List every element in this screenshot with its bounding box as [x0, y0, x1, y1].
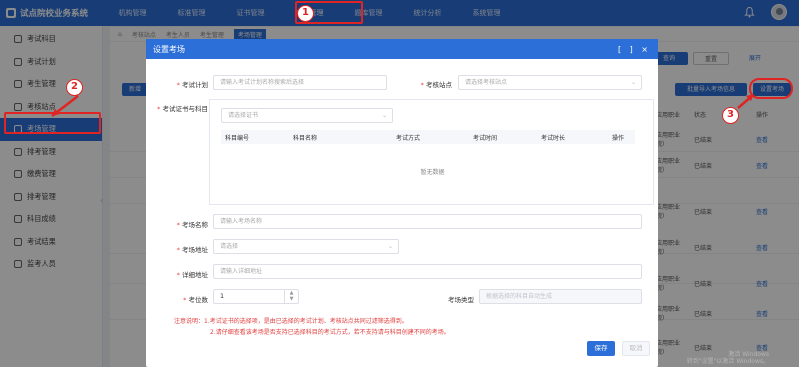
annotation-arrows [51, 94, 754, 117]
windows-watermark: 激活 Windows 转到"设置"以激活 Windows。 [686, 351, 769, 365]
